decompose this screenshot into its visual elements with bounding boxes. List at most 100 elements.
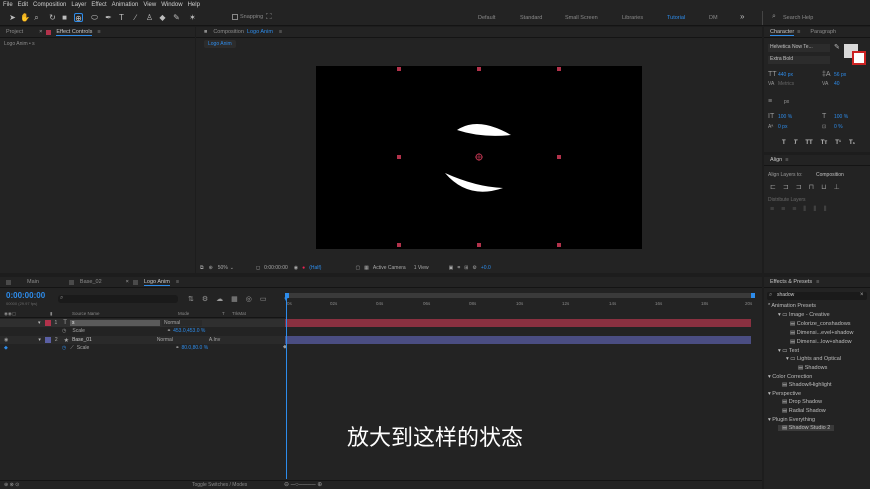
fast-preview-icon[interactable]: ⌗ (457, 265, 460, 271)
transform-handle[interactable] (397, 155, 401, 159)
work-area-bar[interactable] (285, 293, 755, 298)
pan-behind-tool-icon[interactable]: ⊕ (74, 13, 83, 23)
label-color-swatch[interactable] (44, 337, 51, 343)
property-value[interactable]: 453.0,453.0 % (173, 328, 205, 334)
twirl-down-icon[interactable]: ▾ (38, 320, 41, 326)
always-preview-icon[interactable]: ⧉ (200, 265, 204, 271)
type-tool-icon[interactable]: T (117, 13, 126, 22)
pen-tool-icon[interactable]: ✒ (104, 13, 113, 22)
tab-paragraph[interactable]: Paragraph (810, 29, 836, 35)
trkmat-dropdown[interactable]: A.Inv (206, 337, 247, 343)
tracking-value[interactable]: 40 (834, 81, 840, 87)
keyframe-nav-icon[interactable]: ◆ (4, 345, 8, 351)
menu-animation[interactable]: Animation (112, 2, 139, 8)
align-bottom-icon[interactable]: ⊥ (834, 183, 840, 191)
distribute-hcenter-icon[interactable]: ⦀ (813, 206, 816, 214)
zoom-tool-icon[interactable]: ⌕ (32, 13, 41, 22)
roto-brush-tool-icon[interactable]: ✎ (172, 13, 181, 22)
draft-3d-icon[interactable]: ⚙ (202, 295, 208, 303)
kerning-value[interactable]: Metrics (778, 81, 794, 87)
camera-dropdown[interactable]: Active Camera (373, 265, 406, 271)
subscript-button[interactable]: T₁ (849, 140, 855, 146)
snapping-checkbox[interactable] (232, 14, 238, 20)
column-mode[interactable]: Mode (178, 311, 189, 316)
comp-name[interactable]: Logo Anim (247, 29, 273, 35)
effects-search-input[interactable]: shadow (767, 292, 867, 300)
small-caps-button[interactable]: Tт (821, 140, 828, 146)
color-channels-icon[interactable]: ● (302, 265, 305, 271)
menu-view[interactable]: View (143, 2, 156, 8)
workspace-dm[interactable]: DM (709, 15, 718, 21)
frame-blending-icon[interactable]: ▦ (231, 295, 238, 303)
motion-blur-icon[interactable]: ◎ (246, 295, 252, 303)
effects-preset[interactable]: ▤ Shadows (798, 365, 827, 371)
align-hcenter-icon[interactable]: ⊐ (783, 183, 789, 191)
stopwatch-icon[interactable]: ◷ (62, 328, 66, 334)
effects-category[interactable]: ▾ Color Correction (768, 374, 812, 380)
close-icon[interactable]: × (126, 279, 129, 285)
render-icons[interactable]: ⊕ ⊗ ⊙ (4, 482, 19, 488)
tab-project[interactable]: Project (6, 29, 23, 35)
effects-item[interactable]: ▤ Drop Shadow (782, 399, 822, 405)
faux-bold-button[interactable]: T (782, 140, 786, 146)
snap-options-icon[interactable]: ⛶ (266, 12, 272, 22)
horizontal-scale-value[interactable]: 100 % (834, 114, 848, 120)
transform-handle[interactable] (557, 67, 561, 71)
align-vcenter-icon[interactable]: ⊔ (821, 183, 826, 191)
label-color-swatch[interactable] (44, 320, 51, 326)
distribute-vcenter-icon[interactable]: ≡ (781, 206, 785, 214)
distribute-right-icon[interactable]: ⦀ (823, 206, 826, 214)
align-right-icon[interactable]: ⊐ (796, 183, 802, 191)
toggle-pixel-icon[interactable]: ▣ (449, 265, 454, 271)
magnify-icon[interactable]: ⊕ (209, 265, 213, 271)
property-value[interactable]: 80.0,80.0 % (181, 345, 208, 351)
mode-dropdown[interactable]: Normal (154, 337, 195, 343)
transparency-grid-icon[interactable]: ▦ (364, 265, 369, 271)
align-left-icon[interactable]: ⊏ (770, 183, 776, 191)
current-time-indicator[interactable] (286, 299, 287, 479)
menu-help[interactable]: Help (188, 2, 200, 8)
search-help-input[interactable]: Search Help (783, 15, 813, 21)
panel-menu-icon[interactable]: ≡ (816, 279, 819, 285)
shy-layers-icon[interactable]: ☁ (216, 295, 223, 303)
transform-handle[interactable] (477, 243, 481, 247)
faux-italic-button[interactable]: T (794, 140, 798, 146)
camera-icon[interactable]: ◉ (294, 265, 298, 271)
transform-handle[interactable] (557, 243, 561, 247)
timeline-timecode[interactable]: 0:00:00:00 (6, 291, 45, 300)
puppet-pin-tool-icon[interactable]: ✶ (188, 13, 197, 22)
effects-item-selected[interactable]: ▤ Shadow Studio 2 (778, 425, 835, 431)
font-family-dropdown[interactable]: Helvetica Now Te... (768, 44, 830, 52)
work-area-end-handle[interactable] (751, 293, 755, 298)
more-workspaces-icon[interactable]: » (740, 12, 744, 21)
resolution-dropdown[interactable]: (Half) (309, 265, 321, 271)
eyedropper-icon[interactable]: ✎ (834, 43, 840, 51)
all-caps-button[interactable]: TT (805, 140, 812, 146)
column-trkmat[interactable]: TrkMat (232, 311, 246, 316)
effects-item[interactable]: ▤ Shadow/Highlight (782, 382, 832, 388)
panel-menu-icon[interactable]: ≡ (785, 157, 788, 163)
workspace-small-screen[interactable]: Small Screen (565, 15, 598, 21)
clear-search-icon[interactable]: × (860, 292, 864, 298)
menu-file[interactable]: File (3, 2, 13, 8)
timeline-tab-base02[interactable]: Base_02 (80, 279, 102, 285)
layer-2-bar[interactable] (285, 336, 751, 344)
align-to-dropdown[interactable]: Composition (816, 172, 844, 178)
views-dropdown[interactable]: 1 View (414, 265, 429, 271)
comp-mini-flowchart-icon[interactable]: ⇅ (188, 295, 194, 303)
stroke-unit[interactable]: px (784, 99, 789, 105)
menu-layer[interactable]: Layer (71, 2, 86, 8)
effects-folder[interactable]: ▾ ▭ Lights and Optical (786, 356, 841, 362)
baseline-shift-value[interactable]: 0 px (778, 124, 787, 130)
zoom-slider[interactable]: ⊖ ─○──── ⊕ (284, 481, 334, 488)
rotate-tool-icon[interactable]: ↻ (48, 13, 57, 22)
constrain-proportions-icon[interactable]: ⚭ (167, 328, 171, 334)
flowchart-icon[interactable]: ⚙ (472, 265, 476, 271)
timeline-tab-logo-anim[interactable]: Logo Anim (143, 279, 170, 286)
close-icon[interactable]: × (39, 29, 42, 35)
workspace-standard[interactable]: Standard (520, 15, 542, 21)
twirl-down-icon[interactable]: ▾ (38, 337, 41, 343)
effects-folder[interactable]: ▾ ▭ Image - Creative (778, 312, 830, 318)
region-of-interest-icon[interactable]: ▢ (355, 265, 360, 271)
distribute-left-icon[interactable]: ⦀ (803, 206, 806, 214)
